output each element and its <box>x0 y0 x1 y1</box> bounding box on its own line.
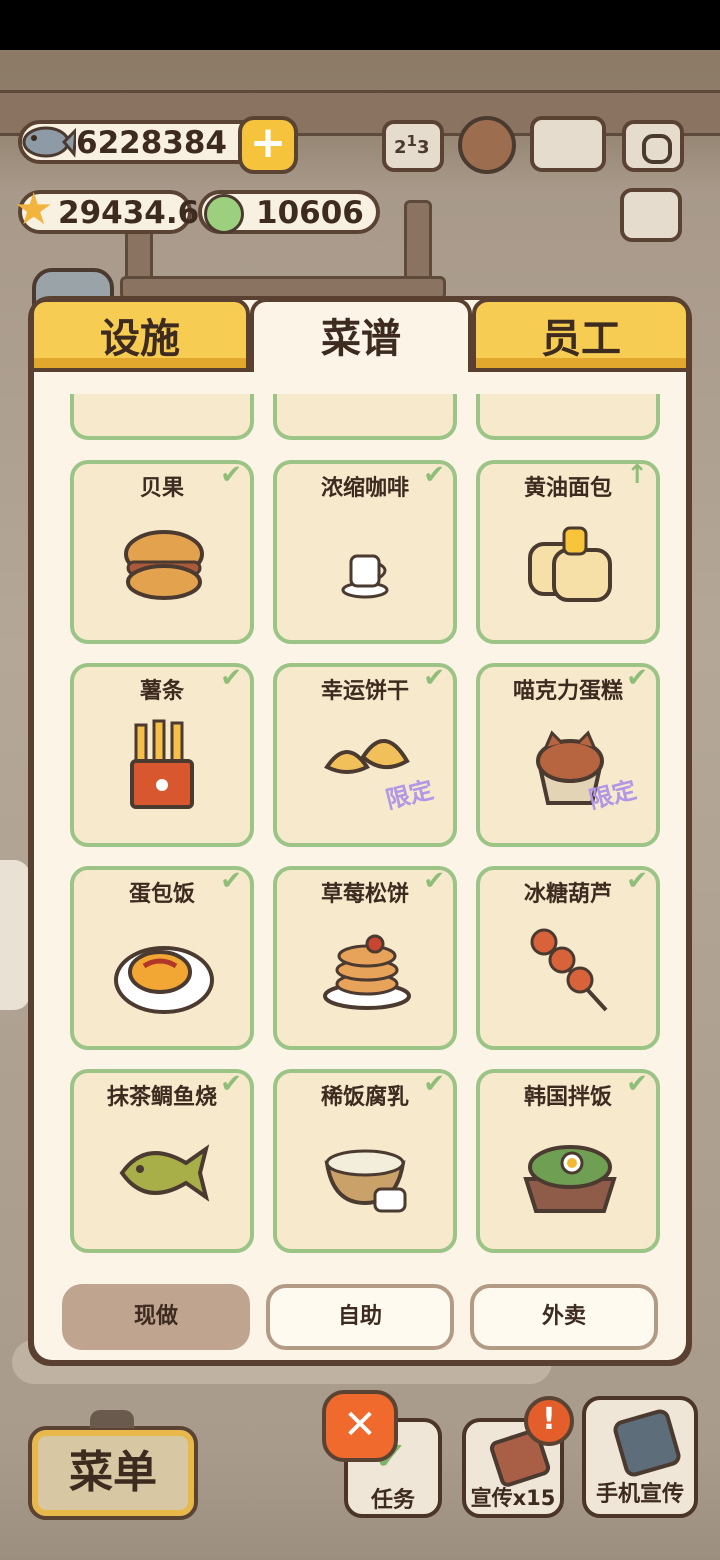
check-icon: ✔ <box>626 1069 648 1099</box>
tab-facilities[interactable]: 设施 <box>30 298 250 372</box>
add-currency-button[interactable]: + <box>238 116 298 174</box>
check-icon: ✔ <box>220 460 242 490</box>
fish-amount: 6228384 <box>76 125 227 161</box>
recipe-card[interactable]: 韩国拌饭 ✔ <box>476 1069 660 1253</box>
check-icon: ✔ <box>626 866 648 896</box>
upgrade-arrow-icon: ↑ <box>626 460 648 490</box>
recipe-card[interactable]: 稀饭腐乳 ✔ <box>273 1069 457 1253</box>
recipe-card[interactable]: 浓缩咖啡 ✔ <box>273 460 457 644</box>
check-icon: ✔ <box>220 866 242 896</box>
newspaper-icon[interactable] <box>620 188 682 242</box>
tab-recipes[interactable]: 菜谱 <box>250 298 472 372</box>
camera-icon[interactable] <box>622 120 684 172</box>
check-icon: ✔ <box>423 1069 445 1099</box>
check-icon: ✔ <box>423 663 445 693</box>
phone-promote-label: 手机宣传 <box>595 1482 684 1507</box>
close-button[interactable]: ✕ <box>322 1390 398 1462</box>
filter-made-to-order[interactable]: 现做 <box>62 1284 250 1350</box>
espresso-icon <box>317 514 417 614</box>
check-icon: ✔ <box>220 1069 242 1099</box>
recipe-card-partial[interactable] <box>476 394 660 440</box>
check-icon: ✔ <box>220 663 242 693</box>
tasks-label: 任务 <box>370 1488 415 1513</box>
recipe-card[interactable]: 黄油面包 ↑ <box>476 460 660 644</box>
fish-icon <box>18 116 78 168</box>
phone-promote-button[interactable]: 手机宣传 <box>582 1396 698 1518</box>
pancake-icon <box>317 920 417 1020</box>
recipe-card[interactable]: 幸运饼干 ✔ 限定 <box>273 663 457 847</box>
filter-delivery[interactable]: 外卖 <box>470 1284 658 1350</box>
ranking-icon[interactable]: 213 <box>382 120 444 172</box>
bagel-icon <box>114 514 214 614</box>
recipe-card[interactable]: 薯条 ✔ <box>70 663 254 847</box>
coin-amount: 10606 <box>256 195 364 231</box>
alert-badge-icon: ! <box>524 1396 574 1446</box>
recipe-card[interactable]: 喵克力蛋糕 ✔ 限定 <box>476 663 660 847</box>
tab-staff[interactable]: 员工 <box>472 298 690 372</box>
tanghulu-icon <box>520 920 620 1020</box>
bibimbap-icon <box>520 1123 620 1223</box>
filter-self-service[interactable]: 自助 <box>266 1284 454 1350</box>
status-bar <box>0 0 720 50</box>
star-amount: 29434.6 <box>58 195 200 231</box>
cat-character-icon <box>0 860 30 1010</box>
recipe-book-icon[interactable] <box>530 116 606 172</box>
star-currency: ★ 29434.6 <box>14 188 199 234</box>
promote-label: 宣传x15 <box>470 1486 556 1510</box>
recipe-card[interactable]: 蛋包饭 ✔ <box>70 866 254 1050</box>
check-icon: ✔ <box>626 663 648 693</box>
coin-currency: 10606 <box>198 190 380 234</box>
recipe-card[interactable]: 草莓松饼 ✔ <box>273 866 457 1050</box>
recipe-card-partial[interactable] <box>273 394 457 440</box>
menu-handle <box>90 1410 134 1428</box>
menu-button[interactable]: 菜单 <box>28 1426 198 1520</box>
star-icon: ★ <box>14 184 54 235</box>
congee-icon <box>317 1123 417 1223</box>
recipe-card[interactable]: 冰糖葫芦 ✔ <box>476 866 660 1050</box>
check-icon: ✔ <box>423 460 445 490</box>
settings-gear-icon[interactable] <box>458 116 516 174</box>
recipe-card[interactable]: 贝果 ✔ <box>70 460 254 644</box>
fries-icon <box>114 717 214 817</box>
phone-icon <box>611 1407 683 1479</box>
taiyaki-icon <box>114 1123 214 1223</box>
omurice-icon <box>114 920 214 1020</box>
butter-toast-icon <box>520 514 620 614</box>
recipe-card-partial[interactable] <box>70 394 254 440</box>
recipe-card[interactable]: 抹茶鲷鱼烧 ✔ <box>70 1069 254 1253</box>
coin-icon <box>204 194 244 234</box>
check-icon: ✔ <box>423 866 445 896</box>
